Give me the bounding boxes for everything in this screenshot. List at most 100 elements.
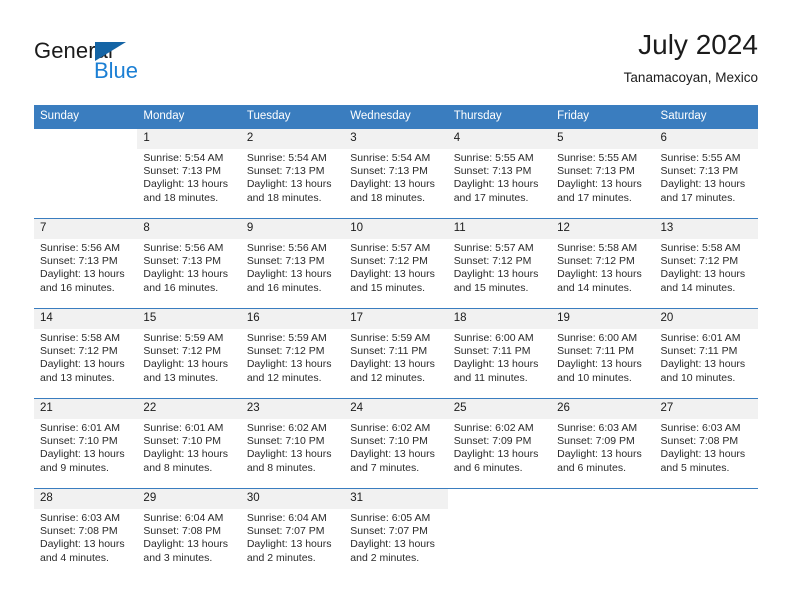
day-number: 7 <box>34 219 138 239</box>
sunrise-text: Sunrise: 6:00 AM <box>453 332 534 344</box>
day-cell[interactable]: 11 Sunrise: 5:57 AM Sunset: 7:12 PM Dayl… <box>447 218 552 309</box>
day-cell[interactable]: 29 Sunrise: 6:04 AM Sunset: 7:08 PM Dayl… <box>137 488 241 578</box>
day-cell[interactable]: 4 Sunrise: 5:55 AM Sunset: 7:13 PM Dayli… <box>447 128 552 219</box>
daylight-text-line2: and 16 minutes. <box>246 281 322 294</box>
sunset-text: Sunset: 7:13 PM <box>246 255 325 268</box>
sunrise-text: Sunrise: 5:57 AM <box>350 242 431 254</box>
day-number: 9 <box>240 219 345 239</box>
day-details: Sunrise: 5:55 AM Sunset: 7:13 PM Dayligh… <box>655 149 758 205</box>
day-cell[interactable]: 17 Sunrise: 5:59 AM Sunset: 7:11 PM Dayl… <box>344 308 448 399</box>
day-cell[interactable]: 31 Sunrise: 6:05 AM Sunset: 7:07 PM Dayl… <box>344 488 448 578</box>
day-number: 13 <box>654 219 758 239</box>
day-number: 25 <box>447 399 552 419</box>
sunset-text: Sunset: 7:11 PM <box>350 345 428 358</box>
day-number: 8 <box>137 219 241 239</box>
day-cell[interactable]: 12 Sunrise: 5:58 AM Sunset: 7:12 PM Dayl… <box>551 218 655 309</box>
day-cell[interactable]: 15 Sunrise: 5:59 AM Sunset: 7:12 PM Dayl… <box>137 308 241 399</box>
calendar-week-row: 7 Sunrise: 5:56 AM Sunset: 7:13 PM Dayli… <box>34 218 758 309</box>
day-cell[interactable]: 10 Sunrise: 5:57 AM Sunset: 7:12 PM Dayl… <box>344 218 448 309</box>
day-cell[interactable]: 26 Sunrise: 6:03 AM Sunset: 7:09 PM Dayl… <box>551 398 655 489</box>
day-number: 6 <box>654 129 758 149</box>
day-cell[interactable]: 22 Sunrise: 6:01 AM Sunset: 7:10 PM Dayl… <box>137 398 241 489</box>
day-details: Sunrise: 6:03 AM Sunset: 7:08 PM Dayligh… <box>34 509 137 565</box>
day-details: Sunrise: 5:59 AM Sunset: 7:12 PM Dayligh… <box>137 329 240 385</box>
sunset-text: Sunset: 7:12 PM <box>660 255 739 268</box>
sunrise-text: Sunrise: 6:02 AM <box>350 422 431 434</box>
logo-text-blue: Blue <box>94 58 139 83</box>
sunrise-text: Sunrise: 5:54 AM <box>143 152 224 164</box>
day-number: 3 <box>344 129 448 149</box>
day-cell[interactable]: 1 Sunrise: 5:54 AM Sunset: 7:13 PM Dayli… <box>137 128 241 219</box>
weekday-header-friday: Friday <box>551 105 655 129</box>
sunset-text: Sunset: 7:09 PM <box>557 435 635 448</box>
daylight-text-line1: Daylight: 13 hours <box>660 448 746 461</box>
day-cell[interactable]: 18 Sunrise: 6:00 AM Sunset: 7:11 PM Dayl… <box>447 308 552 399</box>
daylight-text-line2: and 10 minutes. <box>557 371 632 384</box>
daylight-text-line2: and 13 minutes. <box>40 371 115 384</box>
day-number: 31 <box>344 489 448 509</box>
day-cell[interactable]: 13 Sunrise: 5:58 AM Sunset: 7:12 PM Dayl… <box>654 218 758 309</box>
general-blue-logo[interactable]: General Blue <box>34 38 244 88</box>
daylight-text-line1: Daylight: 13 hours <box>40 268 125 281</box>
daylight-text-line1: Daylight: 13 hours <box>557 358 642 371</box>
daylight-text-line1: Daylight: 13 hours <box>453 358 539 371</box>
sunset-text: Sunset: 7:10 PM <box>40 435 118 448</box>
weekday-header-tuesday: Tuesday <box>240 105 345 129</box>
day-cell[interactable]: 16 Sunrise: 5:59 AM Sunset: 7:12 PM Dayl… <box>240 308 345 399</box>
day-cell[interactable]: 5 Sunrise: 5:55 AM Sunset: 7:13 PM Dayli… <box>551 128 655 219</box>
calendar-week-row: 21 Sunrise: 6:01 AM Sunset: 7:10 PM Dayl… <box>34 398 758 489</box>
day-details: Sunrise: 6:02 AM Sunset: 7:09 PM Dayligh… <box>448 419 551 475</box>
daylight-text-line1: Daylight: 13 hours <box>453 448 539 461</box>
sunset-text: Sunset: 7:08 PM <box>143 525 222 538</box>
day-cell[interactable]: 8 Sunrise: 5:56 AM Sunset: 7:13 PM Dayli… <box>137 218 241 309</box>
daylight-text-line2: and 14 minutes. <box>660 281 736 294</box>
day-number: 23 <box>240 399 345 419</box>
day-cell[interactable]: 23 Sunrise: 6:02 AM Sunset: 7:10 PM Dayl… <box>240 398 345 489</box>
day-cell[interactable]: 14 Sunrise: 5:58 AM Sunset: 7:12 PM Dayl… <box>34 308 138 399</box>
weekday-header-saturday: Saturday <box>654 105 758 129</box>
day-cell-empty <box>654 488 758 578</box>
daylight-text-line1: Daylight: 13 hours <box>143 448 229 461</box>
sunset-text: Sunset: 7:07 PM <box>246 525 325 538</box>
day-cell[interactable]: 2 Sunrise: 5:54 AM Sunset: 7:13 PM Dayli… <box>240 128 345 219</box>
sunrise-text: Sunrise: 6:02 AM <box>453 422 534 434</box>
daylight-text-line1: Daylight: 13 hours <box>660 178 746 191</box>
day-details: Sunrise: 6:04 AM Sunset: 7:08 PM Dayligh… <box>137 509 240 565</box>
sunrise-text: Sunrise: 5:55 AM <box>557 152 638 164</box>
daylight-text-line1: Daylight: 13 hours <box>557 268 642 281</box>
sunset-text: Sunset: 7:08 PM <box>40 525 118 538</box>
day-details: Sunrise: 6:04 AM Sunset: 7:07 PM Dayligh… <box>241 509 344 565</box>
sunset-text: Sunset: 7:13 PM <box>143 165 222 178</box>
sunrise-text: Sunrise: 5:59 AM <box>143 332 224 344</box>
day-cell[interactable]: 6 Sunrise: 5:55 AM Sunset: 7:13 PM Dayli… <box>654 128 758 219</box>
day-cell[interactable]: 30 Sunrise: 6:04 AM Sunset: 7:07 PM Dayl… <box>240 488 345 578</box>
calendar-grid: Sunday Monday Tuesday Wednesday Thursday… <box>34 105 758 578</box>
day-cell[interactable]: 9 Sunrise: 5:56 AM Sunset: 7:13 PM Dayli… <box>240 218 345 309</box>
daylight-text-line2: and 2 minutes. <box>246 551 316 564</box>
day-number: 21 <box>34 399 138 419</box>
day-number: 16 <box>240 309 345 329</box>
weekday-header-wednesday: Wednesday <box>344 105 448 129</box>
day-details: Sunrise: 6:02 AM Sunset: 7:10 PM Dayligh… <box>241 419 344 475</box>
weekday-header-thursday: Thursday <box>447 105 552 129</box>
sunset-text: Sunset: 7:12 PM <box>557 255 635 268</box>
day-cell[interactable]: 7 Sunrise: 5:56 AM Sunset: 7:13 PM Dayli… <box>34 218 138 309</box>
day-number: 28 <box>34 489 138 509</box>
calendar-week-row: 14 Sunrise: 5:58 AM Sunset: 7:12 PM Dayl… <box>34 308 758 399</box>
sunset-text: Sunset: 7:08 PM <box>660 435 739 448</box>
sunset-text: Sunset: 7:12 PM <box>453 255 532 268</box>
day-cell[interactable]: 27 Sunrise: 6:03 AM Sunset: 7:08 PM Dayl… <box>654 398 758 489</box>
sunset-text: Sunset: 7:11 PM <box>557 345 634 358</box>
day-cell[interactable]: 3 Sunrise: 5:54 AM Sunset: 7:13 PM Dayli… <box>344 128 448 219</box>
day-cell[interactable]: 21 Sunrise: 6:01 AM Sunset: 7:10 PM Dayl… <box>34 398 138 489</box>
sunrise-text: Sunrise: 5:54 AM <box>350 152 431 164</box>
day-cell[interactable]: 28 Sunrise: 6:03 AM Sunset: 7:08 PM Dayl… <box>34 488 138 578</box>
day-cell[interactable]: 20 Sunrise: 6:01 AM Sunset: 7:11 PM Dayl… <box>654 308 758 399</box>
sunrise-text: Sunrise: 6:01 AM <box>40 422 120 434</box>
day-cell[interactable]: 25 Sunrise: 6:02 AM Sunset: 7:09 PM Dayl… <box>447 398 552 489</box>
day-number: 5 <box>551 129 655 149</box>
daylight-text-line2: and 13 minutes. <box>143 371 219 384</box>
day-cell[interactable]: 19 Sunrise: 6:00 AM Sunset: 7:11 PM Dayl… <box>551 308 655 399</box>
day-cell[interactable]: 24 Sunrise: 6:02 AM Sunset: 7:10 PM Dayl… <box>344 398 448 489</box>
sunrise-text: Sunrise: 5:56 AM <box>143 242 224 254</box>
